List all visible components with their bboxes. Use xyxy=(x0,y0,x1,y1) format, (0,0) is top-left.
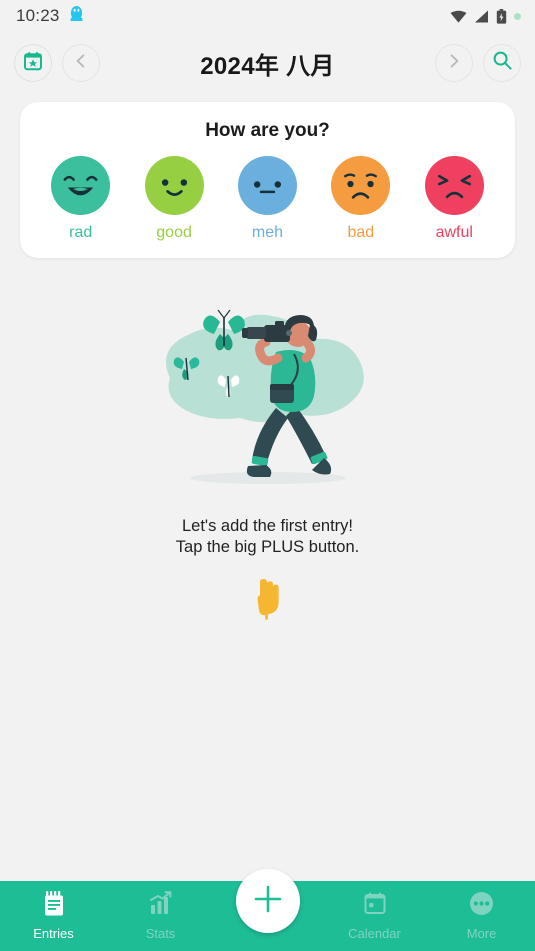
mood-option-meh[interactable]: meh xyxy=(223,156,311,242)
chevron-right-icon xyxy=(446,53,462,74)
face-bad-icon xyxy=(331,156,391,215)
today-button[interactable] xyxy=(14,44,52,82)
mood-option-good[interactable]: good xyxy=(130,156,218,242)
mood-card-title: How are you? xyxy=(205,120,330,141)
search-icon xyxy=(492,50,513,76)
nav-item-more[interactable]: More xyxy=(428,881,535,951)
bar-chart-icon xyxy=(149,891,173,921)
qq-penguin-icon xyxy=(69,5,84,27)
mood-selector-card: How are you? rad good meh bad awful xyxy=(20,102,515,258)
next-month-button[interactable] xyxy=(435,44,473,82)
face-rad-icon xyxy=(51,156,111,215)
mood-label-rad: rad xyxy=(69,224,93,241)
mood-row: rad good meh bad awful xyxy=(34,156,501,242)
status-bar: 10:23 xyxy=(0,0,535,32)
nav-label-stats: Stats xyxy=(145,926,176,941)
page-title: 2024年 八月 xyxy=(200,52,335,80)
status-bar-right xyxy=(450,8,521,24)
pointing-down-hand-icon xyxy=(253,578,283,625)
empty-state-line1: Let's add the first entry! xyxy=(182,517,353,535)
mood-label-good: good xyxy=(156,224,192,241)
notepad-icon xyxy=(43,891,65,921)
empty-state: Let's add the first entry! Tap the big P… xyxy=(0,300,535,625)
face-good-icon xyxy=(144,156,204,215)
status-bar-time: 10:23 xyxy=(16,6,60,25)
mood-label-meh: meh xyxy=(251,224,284,241)
mood-option-bad[interactable]: bad xyxy=(317,156,405,242)
nav-item-stats[interactable]: Stats xyxy=(107,881,214,951)
nav-item-entries[interactable]: Entries xyxy=(0,881,107,951)
mood-label-awful: awful xyxy=(435,224,473,241)
signal-icon xyxy=(474,10,489,23)
battery-icon xyxy=(496,8,507,24)
mood-label-bad: bad xyxy=(347,224,375,241)
empty-state-text: Let's add the first entry! Tap the big P… xyxy=(176,516,359,558)
empty-state-line2: Tap the big PLUS button. xyxy=(175,538,360,556)
green-dot-indicator xyxy=(514,12,521,20)
calendar-star-icon xyxy=(23,51,43,76)
app-header: 2024年 八月 xyxy=(0,32,535,94)
nav-item-calendar[interactable]: Calendar xyxy=(321,881,428,951)
more-dots-icon xyxy=(469,891,494,921)
search-button[interactable] xyxy=(483,44,521,82)
mood-option-rad[interactable]: rad xyxy=(37,156,125,242)
bottom-navigation-bar: Entries Stats Calendar More xyxy=(0,869,535,951)
plus-icon xyxy=(251,882,285,921)
face-awful-icon xyxy=(424,156,484,215)
calendar-icon xyxy=(364,892,386,921)
nav-label-more: More xyxy=(466,926,497,941)
face-meh-icon xyxy=(237,156,297,215)
chevron-left-icon xyxy=(73,53,89,74)
previous-month-button[interactable] xyxy=(62,44,100,82)
photographer-with-butterflies-illustration xyxy=(148,300,388,490)
mood-option-awful[interactable]: awful xyxy=(410,156,498,242)
status-bar-left: 10:23 xyxy=(16,5,84,27)
nav-label-entries: Entries xyxy=(33,926,74,941)
add-entry-fab[interactable] xyxy=(235,869,300,933)
wifi-icon xyxy=(450,10,467,23)
nav-label-calendar: Calendar xyxy=(348,925,401,941)
